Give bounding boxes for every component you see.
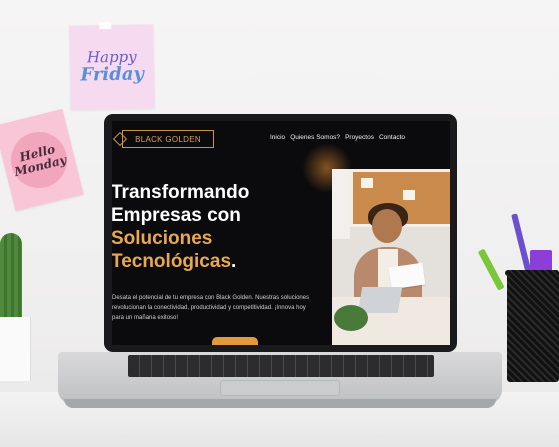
photo-board-note bbox=[361, 178, 373, 188]
hero-headline-line1: Transformando bbox=[112, 182, 250, 203]
nav-item-proyectos[interactable]: Proyectos bbox=[345, 134, 374, 141]
hero-headline: Transformando Empresas con Soluciones Te… bbox=[112, 181, 291, 273]
laptop-screen: BLACK GOLDEN Inicio Quienes Somos? Proye… bbox=[112, 121, 450, 345]
hero-headline-line2: Empresas con bbox=[112, 205, 241, 226]
photo-board-note bbox=[403, 190, 415, 200]
site-nav: Inicio Quienes Somos? Proyectos Contacto bbox=[270, 134, 405, 141]
nav-item-quienes-somos[interactable]: Quienes Somos? bbox=[290, 134, 340, 141]
pen-holder bbox=[507, 270, 559, 382]
nav-item-contacto[interactable]: Contacto bbox=[379, 134, 405, 141]
hero-description: Desata el potencial de tu empresa con Bl… bbox=[112, 295, 310, 321]
photo-window bbox=[332, 169, 350, 239]
hero-photo bbox=[332, 169, 450, 345]
cactus-pot bbox=[0, 317, 31, 381]
nav-item-inicio[interactable]: Inicio bbox=[270, 134, 285, 141]
sticky-note-friday-line2: Friday bbox=[80, 63, 145, 86]
laptop-keyboard bbox=[128, 355, 434, 377]
hero-cta-button[interactable] bbox=[212, 337, 258, 345]
site-logo[interactable]: BLACK GOLDEN bbox=[112, 130, 214, 148]
sticky-note-circle: Hello Monday bbox=[5, 126, 73, 194]
photo-plant bbox=[334, 305, 368, 331]
photo-person-face bbox=[372, 209, 402, 243]
logo-text: BLACK GOLDEN bbox=[135, 134, 201, 144]
laptop-base-lip bbox=[64, 399, 496, 408]
logo-diamond-icon bbox=[112, 131, 128, 147]
laptop-trackpad bbox=[220, 380, 340, 396]
cactus-plant bbox=[0, 233, 22, 321]
hero-headline-highlight1: Soluciones bbox=[112, 228, 213, 249]
hero-headline-highlight2: Tecnológicas bbox=[112, 251, 232, 272]
photo-paper bbox=[388, 262, 426, 290]
hero-headline-period: . bbox=[231, 251, 237, 272]
tape-piece bbox=[99, 22, 112, 30]
sticky-note-friday: Happy Friday bbox=[69, 22, 155, 110]
